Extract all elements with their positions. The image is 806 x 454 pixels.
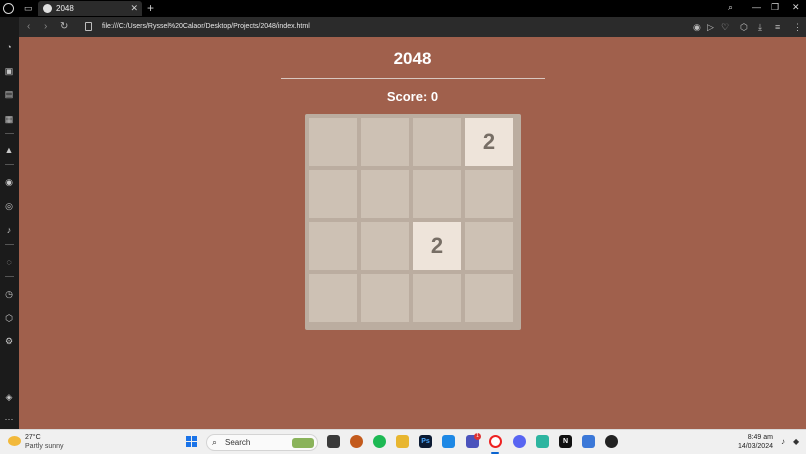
weather-description[interactable]: Partly sunny — [25, 443, 64, 450]
game-board[interactable]: 22 — [305, 114, 521, 330]
new-tab-button[interactable]: + — [147, 1, 154, 15]
messenger-icon[interactable]: ◉ — [3, 176, 15, 188]
vpn-app-icon[interactable] — [536, 435, 549, 448]
snapshot-icon[interactable]: ◉ — [693, 21, 701, 33]
address-bar: ‹ › ↻ file:///C:/Users/Ryssel%20Calaor/D… — [19, 17, 806, 37]
more-icon[interactable]: ⋯ — [3, 413, 15, 425]
file-explorer-icon[interactable] — [396, 435, 409, 448]
back-icon[interactable]: ‹ — [27, 21, 30, 33]
taskbar-search[interactable]: ⌕ Search — [206, 434, 318, 451]
empty-cell — [309, 222, 357, 270]
empty-cell — [309, 170, 357, 218]
tiktok-icon[interactable]: ♪ — [3, 224, 15, 236]
tab-close-icon[interactable]: ✕ — [130, 3, 138, 14]
settings-icon[interactable]: ⚙ — [3, 335, 15, 347]
photoshop-icon[interactable]: Ps — [419, 435, 432, 448]
instagram-icon[interactable]: ◎ — [3, 200, 15, 212]
notion-icon[interactable]: N — [559, 435, 572, 448]
taskbar: 27°C Partly sunny ⌕ Search Ps 1 N 8:49 a… — [0, 429, 806, 454]
close-window-icon[interactable]: ✕ — [792, 2, 800, 13]
menu-icon[interactable]: ⋮ — [793, 21, 802, 33]
easy-setup-icon[interactable]: ≡ — [775, 21, 780, 33]
notepad-icon[interactable] — [582, 435, 595, 448]
teams-notification-badge: 1 — [474, 433, 481, 440]
sidebar-divider — [5, 244, 14, 245]
empty-cell — [465, 222, 513, 270]
tile: 2 — [413, 222, 461, 270]
tab-title: 2048 — [56, 4, 74, 13]
forward-icon[interactable]: › — [44, 21, 47, 33]
empty-cell — [465, 274, 513, 322]
opera-taskbar-icon[interactable] — [489, 435, 502, 448]
reload-icon[interactable]: ↻ — [60, 21, 68, 33]
score-value: 0 — [430, 89, 439, 104]
player-icon[interactable]: ◌ — [3, 256, 15, 268]
empty-cell — [465, 170, 513, 218]
obs-icon[interactable] — [605, 435, 618, 448]
empty-cell — [361, 222, 409, 270]
opera-logo-icon[interactable] — [3, 3, 14, 14]
sidebar-divider — [5, 164, 14, 165]
globe-favicon-icon — [43, 4, 52, 13]
url-field[interactable]: file:///C:/Users/Ryssel%20Calaor/Desktop… — [102, 21, 310, 33]
search-label: Search — [225, 438, 251, 447]
minimize-icon[interactable]: — — [752, 2, 761, 12]
browser-window: ▭ 2048 ✕ + ⌕ — ❐ ✕ ‹ › ↻ file:///C:/User… — [0, 0, 806, 454]
tab-islands-icon[interactable]: ▭ — [24, 3, 33, 14]
tab-2048[interactable]: 2048 ✕ — [38, 1, 142, 16]
empty-cell — [361, 118, 409, 166]
sidebar-divider — [5, 276, 14, 277]
brave-icon[interactable] — [350, 435, 363, 448]
tile: 2 — [465, 118, 513, 166]
play-icon[interactable]: ▷ — [707, 21, 714, 33]
sidebar: ◔ ▣ ▤ ▦ ▲ ◉ ◎ ♪ ◌ ◷ ⬡ ⚙ ◈ ⋯ — [0, 17, 19, 429]
aria-icon[interactable]: ▲ — [3, 144, 15, 156]
weather-temperature[interactable]: 27°C — [25, 434, 41, 441]
empty-cell — [361, 274, 409, 322]
download-icon[interactable]: ⤓ — [758, 21, 762, 33]
spotify-icon[interactable] — [373, 435, 386, 448]
copilot-icon[interactable]: ◆ — [793, 437, 799, 446]
cube-icon[interactable]: ⬡ — [3, 312, 15, 324]
speed-dial-icon[interactable]: ◔ — [3, 41, 15, 53]
sidebar-divider — [5, 133, 14, 134]
task-view-icon[interactable] — [327, 435, 340, 448]
page-info-icon[interactable] — [85, 22, 92, 31]
page-content: 2048 Score: 0 22 — [19, 37, 806, 429]
score-label: Score: — [386, 89, 428, 104]
restore-icon[interactable]: ❐ — [771, 2, 779, 13]
search-highlight-icon — [292, 438, 314, 448]
search-tabs-icon[interactable]: ⌕ — [728, 2, 733, 13]
start-button-icon[interactable] — [186, 436, 198, 448]
history-icon[interactable]: ◷ — [3, 288, 15, 300]
camera-icon[interactable]: ▦ — [3, 113, 15, 125]
empty-cell — [361, 170, 409, 218]
clock-date[interactable]: 14/03/2024 — [738, 443, 773, 450]
weather-icon[interactable] — [8, 436, 21, 446]
empty-cell — [309, 274, 357, 322]
extensions-icon[interactable]: ⬡ — [740, 21, 748, 33]
empty-cell — [413, 118, 461, 166]
clock-time[interactable]: 8:49 am — [748, 434, 773, 441]
search-icon: ⌕ — [212, 437, 218, 447]
twitch-icon[interactable]: ▤ — [3, 88, 15, 100]
shopping-icon[interactable]: ▣ — [3, 65, 15, 77]
empty-cell — [413, 274, 461, 322]
title-divider — [281, 78, 545, 79]
notification-bell-icon[interactable]: ♪ — [781, 437, 785, 446]
title-bar: ▭ 2048 ✕ + ⌕ — ❐ ✕ — [0, 0, 806, 17]
vscode-icon[interactable] — [442, 435, 455, 448]
heart-icon[interactable]: ♡ — [721, 21, 729, 33]
empty-cell — [413, 170, 461, 218]
empty-cell — [309, 118, 357, 166]
discord-icon[interactable] — [513, 435, 526, 448]
game-title: 2048 — [393, 49, 432, 68]
vpn-icon[interactable]: ◈ — [3, 391, 15, 403]
score-display: Score: 0 — [19, 89, 806, 104]
